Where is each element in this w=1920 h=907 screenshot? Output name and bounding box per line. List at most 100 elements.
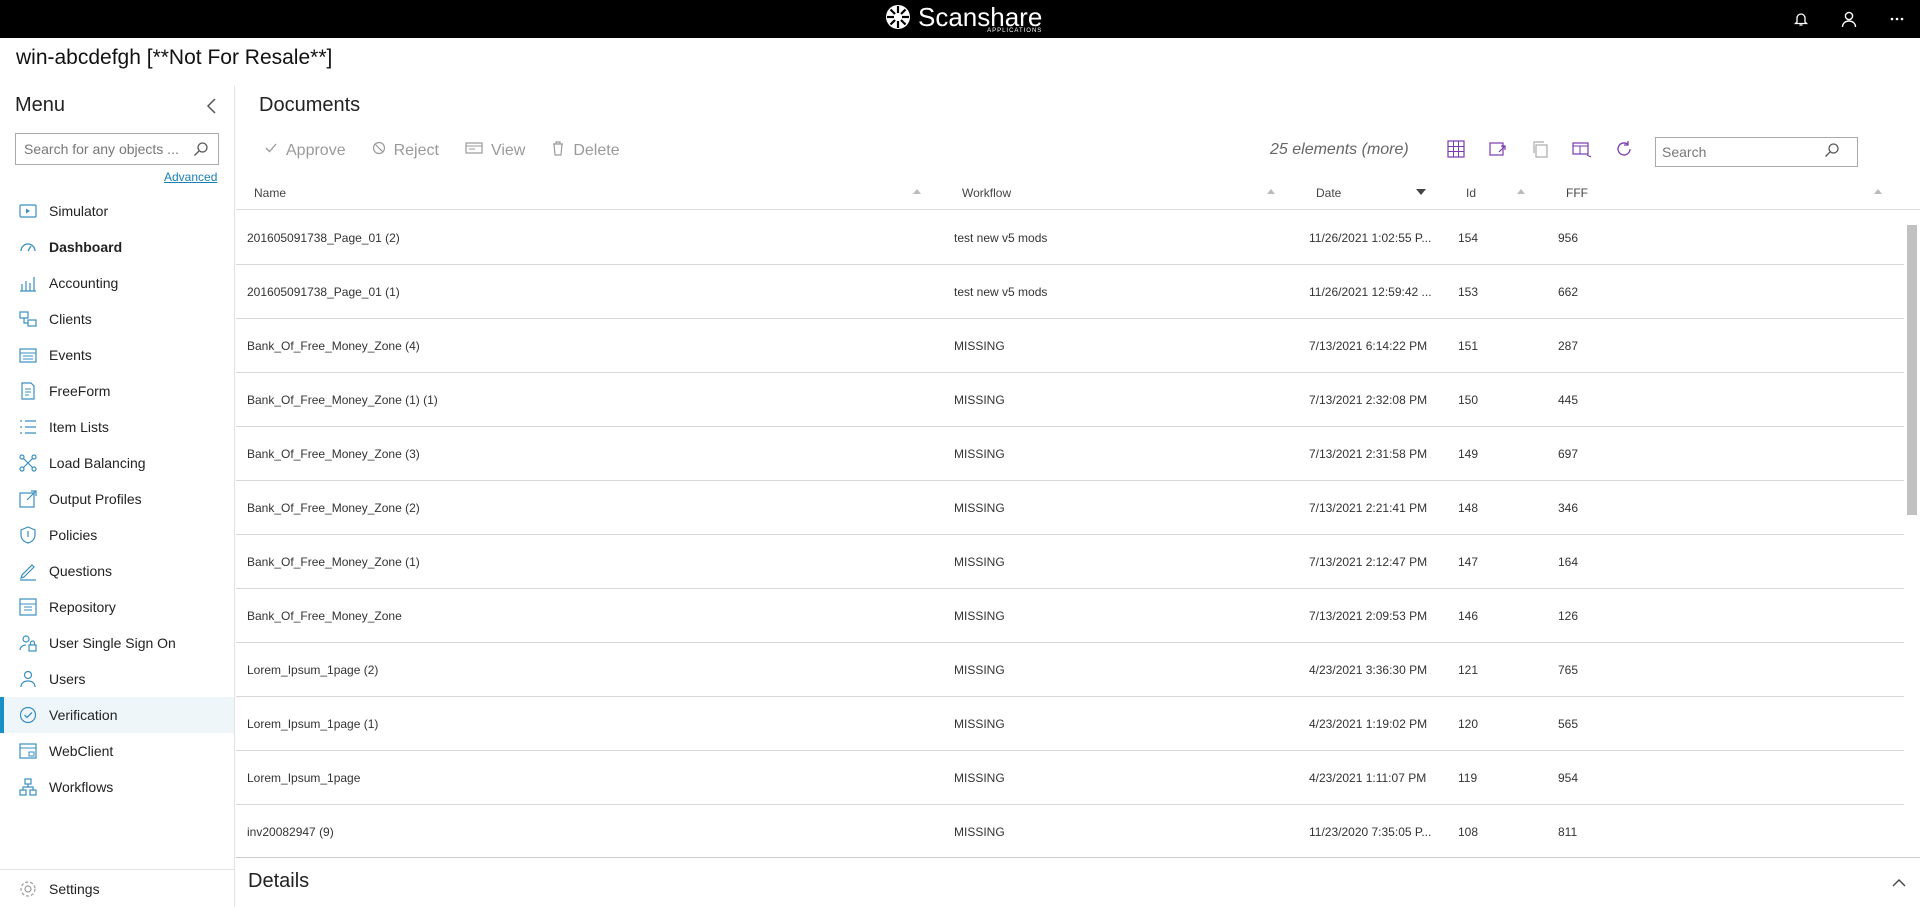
- table-row[interactable]: Bank_Of_Free_Money_Zone (1) MISSING 7/13/2…: [236, 535, 1904, 589]
- user-icon[interactable]: [1838, 8, 1860, 30]
- reject-button[interactable]: Reject: [372, 140, 439, 161]
- cell-name: 201605091738_Page_01 (1): [247, 285, 400, 299]
- sidebar-item-workflows[interactable]: Workflows: [0, 769, 234, 805]
- cell-fff: 765: [1558, 663, 1579, 677]
- cell-date: 4/23/2021 1:11:07 PM: [1309, 771, 1427, 785]
- view-label: View: [490, 141, 526, 159]
- view-toolbar: [1445, 138, 1635, 160]
- sidebar-item-verification[interactable]: Verification: [0, 697, 234, 733]
- sidebar-item-simulator[interactable]: Simulator: [0, 193, 234, 229]
- cell-name: inv20082947 (9): [247, 825, 334, 839]
- details-panel: Details: [236, 857, 1920, 907]
- cell-date: 7/13/2021 2:12:47 PM: [1309, 555, 1428, 569]
- sidebar-item-label: Policies: [49, 527, 98, 543]
- view-button[interactable]: View: [465, 140, 525, 161]
- cell-fff: 697: [1558, 447, 1579, 461]
- sidebar-item-accounting[interactable]: Accounting: [0, 265, 234, 301]
- column-header-workflow[interactable]: Workflow: [962, 186, 1011, 200]
- sort-up-icon[interactable]: [912, 186, 922, 200]
- table-scrollbar[interactable]: [1904, 211, 1920, 857]
- cell-name: Bank_Of_Free_Money_Zone (4): [247, 339, 420, 353]
- table-row[interactable]: inv20082947 (9) MISSING 11/23/2020 7:35:05…: [236, 805, 1904, 857]
- column-header-fff[interactable]: FFF: [1566, 186, 1588, 200]
- document-search-input[interactable]: [1656, 139, 1824, 165]
- sidebar-item-settings[interactable]: Settings: [0, 869, 234, 907]
- sidebar-item-label: Simulator: [49, 203, 109, 219]
- sidebar-item-label: WebClient: [49, 743, 114, 759]
- delete-label: Delete: [573, 141, 620, 159]
- sort-up-icon[interactable]: [1873, 186, 1883, 200]
- sidebar-item-questions[interactable]: Questions: [0, 553, 234, 589]
- sidebar-item-load-balancing[interactable]: Load Balancing: [0, 445, 234, 481]
- table-row[interactable]: Bank_Of_Free_Money_Zone (4) MISSING 7/13/2…: [236, 319, 1904, 373]
- cell-name: Lorem_Ipsum_1page: [247, 771, 361, 785]
- sort-up-icon[interactable]: [1516, 186, 1526, 200]
- sidebar-item-label: Users: [49, 671, 86, 687]
- refresh-icon[interactable]: [1613, 138, 1635, 160]
- columns-icon[interactable]: [1571, 138, 1593, 160]
- events-icon: [18, 345, 38, 365]
- verification-icon: [18, 705, 38, 725]
- view-icon: [465, 141, 483, 160]
- search-icon[interactable]: [188, 141, 214, 157]
- cell-name: Bank_Of_Free_Money_Zone (3): [247, 447, 420, 461]
- sidebar-item-clients[interactable]: Clients: [0, 301, 234, 337]
- column-header-date[interactable]: Date: [1316, 186, 1341, 200]
- grid-view-icon[interactable]: [1445, 138, 1467, 160]
- cell-id: 146: [1458, 609, 1479, 623]
- cell-date: 4/23/2021 1:19:02 PM: [1309, 717, 1428, 731]
- dashboard-icon: [18, 237, 38, 257]
- sidebar-item-output-profiles[interactable]: Output Profiles: [0, 481, 234, 517]
- table-row[interactable]: 201605091738_Page_01 (2) test new v5 mods…: [236, 211, 1904, 265]
- column-header-id[interactable]: Id: [1466, 186, 1476, 200]
- delete-button[interactable]: Delete: [551, 140, 620, 161]
- sort-down-icon[interactable]: [1415, 186, 1427, 200]
- gear-icon: [18, 879, 38, 899]
- sidebar-item-label: Workflows: [49, 779, 114, 795]
- cell-id: 151: [1458, 339, 1479, 353]
- table-row[interactable]: Lorem_Ipsum_1page (2) MISSING 4/23/2021 3:…: [236, 643, 1904, 697]
- cell-date: 11/23/2020 7:35:05 P...: [1309, 825, 1432, 839]
- cell-name: 201605091738_Page_01 (2): [247, 231, 400, 245]
- cell-name: Lorem_Ipsum_1page (1): [247, 717, 379, 731]
- search-icon[interactable]: [1824, 142, 1840, 163]
- sidebar-item-freeform[interactable]: FreeForm: [0, 373, 234, 409]
- copy-icon[interactable]: [1529, 138, 1551, 160]
- column-header-name[interactable]: Name: [254, 186, 286, 200]
- advanced-search-link[interactable]: Advanced: [164, 170, 217, 184]
- table-row[interactable]: 201605091738_Page_01 (1) test new v5 mods…: [236, 265, 1904, 319]
- trash-icon: [551, 140, 565, 161]
- cell-fff: 811: [1558, 825, 1578, 839]
- sidebar-item-label: Dashboard: [49, 239, 123, 255]
- sidebar-search-input[interactable]: [16, 135, 188, 163]
- sidebar-item-webclient[interactable]: WebClient: [0, 733, 234, 769]
- chevron-left-icon[interactable]: [202, 96, 222, 116]
- element-count[interactable]: 25 elements (more): [1270, 141, 1409, 159]
- approve-button[interactable]: Approve: [264, 140, 346, 161]
- cell-id: 153: [1458, 285, 1479, 299]
- sidebar-item-label: Load Balancing: [49, 455, 146, 471]
- cell-name: Bank_Of_Free_Money_Zone (2): [247, 501, 420, 515]
- table-row[interactable]: Lorem_Ipsum_1page MISSING 4/23/2021 1:11:0…: [236, 751, 1904, 805]
- table-row[interactable]: Bank_Of_Free_Money_Zone (3) MISSING 7/13/2…: [236, 427, 1904, 481]
- sidebar-item-users[interactable]: Users: [0, 661, 234, 697]
- table-row[interactable]: Bank_Of_Free_Money_Zone MISSING 7/13/2021 …: [236, 589, 1904, 643]
- sidebar-item-item-lists[interactable]: Item Lists: [0, 409, 234, 445]
- sidebar-item-events[interactable]: Events: [0, 337, 234, 373]
- more-options-icon[interactable]: [1886, 8, 1908, 30]
- sidebar-item-user-single-sign-on[interactable]: User Single Sign On: [0, 625, 234, 661]
- scrollbar-thumb[interactable]: [1907, 225, 1917, 515]
- table-row[interactable]: Bank_Of_Free_Money_Zone (1) (1) MISSING 7/…: [236, 373, 1904, 427]
- table-row[interactable]: Lorem_Ipsum_1page (1) MISSING 4/23/2021 1:…: [236, 697, 1904, 751]
- cell-workflow: MISSING: [954, 771, 1005, 785]
- sidebar-item-repository[interactable]: Repository: [0, 589, 234, 625]
- sidebar-item-dashboard[interactable]: Dashboard: [0, 229, 234, 265]
- bell-icon[interactable]: [1790, 8, 1812, 30]
- sidebar-item-policies[interactable]: Policies: [0, 517, 234, 553]
- sidebar-item-label: Repository: [49, 599, 116, 615]
- sort-up-icon[interactable]: [1266, 186, 1276, 200]
- export-icon[interactable]: [1487, 138, 1509, 160]
- table-row[interactable]: Bank_Of_Free_Money_Zone (2) MISSING 7/13/2…: [236, 481, 1904, 535]
- chevron-up-icon[interactable]: [1890, 874, 1908, 892]
- check-icon: [264, 141, 278, 160]
